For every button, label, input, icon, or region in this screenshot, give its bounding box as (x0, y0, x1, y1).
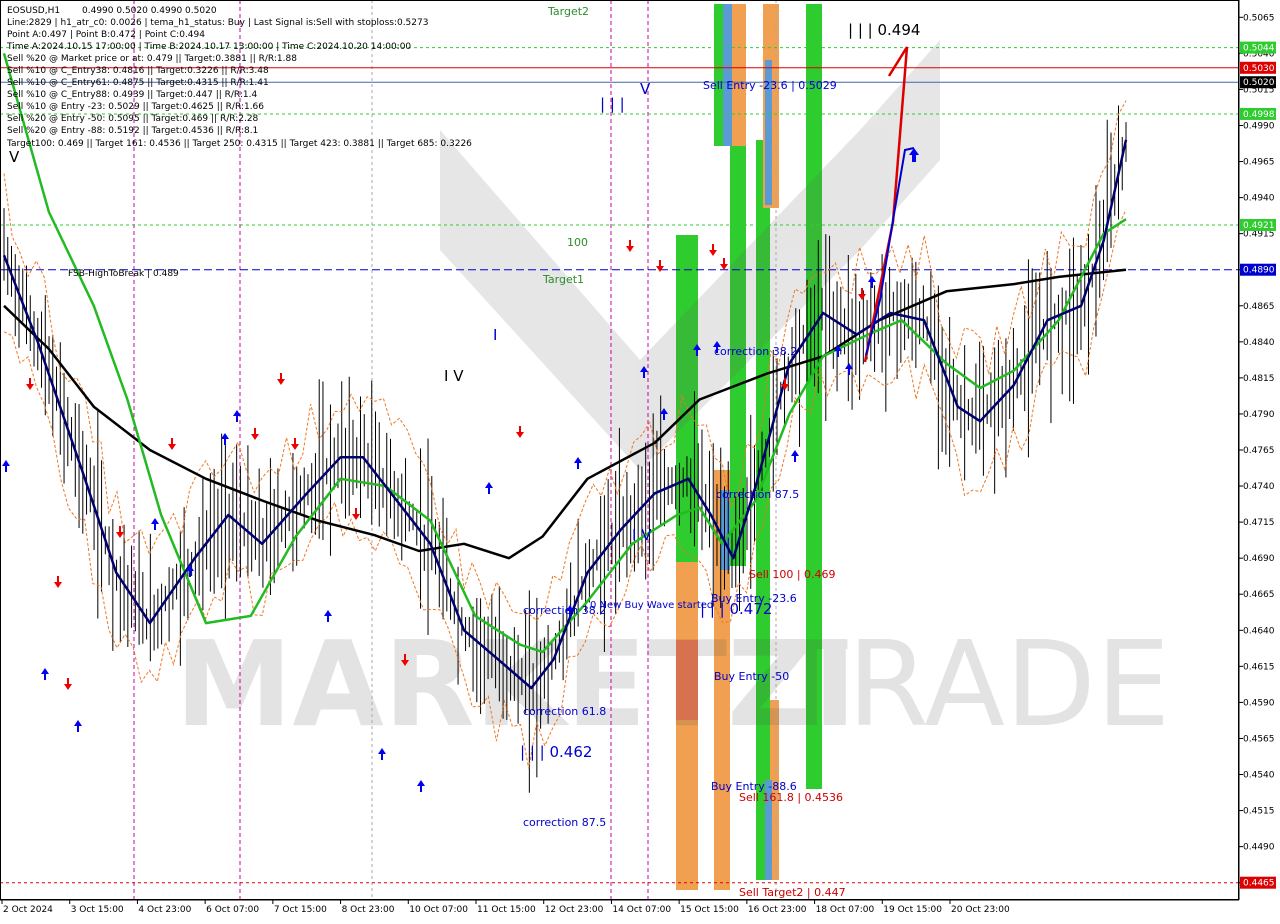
annotation-wave-5: V (640, 80, 651, 98)
price-tick-label: 0.4515 (1243, 807, 1275, 817)
annotation-buy-entry-50: Buy Entry -50 (714, 670, 789, 683)
zone-bar (723, 4, 732, 146)
annotation-sell-100: Sell 100 | 0.469 (749, 568, 836, 581)
annotation-target2: Target2 (547, 5, 589, 18)
info-line: Line:2829 | h1_atr_c0: 0.0026 | tema_h1_… (7, 18, 428, 28)
time-tick-label: 20 Oct 23:00 (951, 905, 1010, 915)
price-tick-label: 0.4790 (1243, 410, 1275, 420)
time-axis: 2 Oct 2024 3 Oct 15:00 4 Oct 23:00 6 Oct 07… (0, 899, 1280, 920)
price-tick-label: 0.5065 (1243, 13, 1275, 23)
price-tick-label: 0.4740 (1243, 482, 1275, 492)
time-tick-label: 10 Oct 07:00 (409, 905, 468, 915)
info-line: Sell %20 @ Entry -88: 0.5192 || Target:0… (7, 126, 258, 136)
time-tick-label: 19 Oct 15:00 (883, 905, 942, 915)
price-tick-label: 0.4915 (1243, 230, 1275, 240)
price-marker-label: 0.5030 (1243, 64, 1275, 74)
annotation-correction-87-right: correction 87.5 (716, 488, 799, 501)
price-tick-label: 0.4865 (1243, 302, 1275, 312)
annotation-wave-4-blue: I V (632, 526, 652, 544)
annotation-new-buy-wave: 0 New Buy Wave started (590, 600, 713, 611)
price-tick-label: 0.4965 (1243, 158, 1275, 168)
annotation-sell-161: Sell 161.8 | 0.4536 (739, 791, 843, 804)
price-marker-label: 0.4998 (1243, 110, 1275, 120)
info-line: Sell %10 @ C_Entry38: 0.4816 || Target:0… (7, 66, 269, 76)
price-axis: 0.50650.50400.50150.49900.49650.49400.49… (1238, 0, 1280, 900)
price-marker-label: 0.4921 (1243, 221, 1275, 231)
time-tick-label: 18 Oct 07:00 (816, 905, 875, 915)
ohlc-values: 0.4990 0.5020 0.4990 0.5020 (82, 6, 217, 16)
time-tick-label: 12 Oct 23:00 (545, 905, 604, 915)
annotation-sell-entry-23: Sell Entry -23.6 | 0.5029 (703, 79, 837, 92)
annotation-wave-4-black: I V (444, 367, 464, 385)
annotation-correction-87-left: correction 87.5 (523, 816, 606, 829)
price-tick-label: 0.4540 (1243, 771, 1275, 781)
info-line: Sell %10 @ C_Entry88: 0.4939 || Target:0… (7, 90, 257, 100)
price-marker-label: 0.5020 (1243, 78, 1275, 88)
price-tick-label: 0.4840 (1243, 338, 1275, 348)
price-tick-label: 0.4690 (1243, 554, 1275, 564)
info-line: Point A:0.497 | Point B:0.472 | Point C:… (7, 30, 205, 40)
annotation-wave-3: | | | (600, 95, 625, 113)
time-tick-label: 7 Oct 15:00 (274, 905, 327, 915)
price-tick-label: 0.4940 (1243, 194, 1275, 204)
info-line: Time A:2024.10.15 17:00:00 | Time B:2024… (6, 42, 411, 52)
annotation-100: 100 (567, 236, 588, 249)
zone-bar (732, 4, 746, 146)
info-line: Sell %20 @ Market price or at: 0.479 || … (7, 54, 297, 64)
zone-bar (714, 4, 723, 146)
price-tick-label: 0.4715 (1243, 518, 1275, 528)
chart-container: MARKETZI TRADE FSB-HighToBreak | 0.489 T… (0, 0, 1280, 920)
annotation-fsb: FSB-HighToBreak | 0.489 (68, 269, 179, 279)
watermark-text-right: TRADE (774, 615, 1170, 753)
time-tick-label: 16 Oct 23:00 (748, 905, 807, 915)
annotation-point-0462: | | | 0.462 (520, 743, 592, 761)
price-marker-label: 0.4890 (1243, 266, 1275, 276)
price-tick-label: 0.4665 (1243, 590, 1275, 600)
price-tick-label: 0.4565 (1243, 734, 1275, 744)
info-line: Sell %10 @ Entry -23: 0.5029 || Target:0… (7, 102, 264, 112)
price-marker-label: 0.4465 (1243, 879, 1275, 889)
time-tick-label: 8 Oct 23:00 (342, 905, 395, 915)
time-tick-label: 6 Oct 07:00 (206, 905, 259, 915)
price-tick-label: 0.4490 (1243, 843, 1275, 853)
annotation-sell-target2: Sell Target2 | 0.447 (739, 886, 846, 899)
time-tick-label: 15 Oct 15:00 (680, 905, 739, 915)
price-tick-label: 0.4615 (1243, 662, 1275, 672)
time-tick-label: 14 Oct 07:00 (612, 905, 671, 915)
annotation-target1: Target1 (542, 273, 584, 286)
time-tick-label: 11 Oct 15:00 (477, 905, 536, 915)
time-tick-label: 2 Oct 2024 (3, 905, 53, 915)
annotation-correction-38-left: correction 38.2 (523, 604, 606, 617)
annotation-wave-5-black: V (9, 148, 20, 166)
time-tick-label: 4 Oct 23:00 (138, 905, 191, 915)
price-chart[interactable]: MARKETZI TRADE FSB-HighToBreak | 0.489 T… (0, 0, 1280, 920)
annotation-wave-1: I (493, 326, 497, 344)
info-line: Target100: 0.469 || Target 161: 0.4536 |… (6, 139, 472, 149)
symbol-label: EOSUSD,H1 (7, 6, 60, 16)
time-tick-label: 3 Oct 15:00 (71, 905, 124, 915)
price-tick-label: 0.4640 (1243, 626, 1275, 636)
info-line: Sell %20 @ Entry -50: 0.5095 || Target:0… (7, 114, 259, 124)
info-line: Sell %10 @ C_Entry61: 0.4875 || Target:0… (7, 78, 269, 88)
price-tick-label: 0.4765 (1243, 446, 1275, 456)
annotation-point-c: | | | 0.494 (848, 21, 920, 39)
price-tick-label: 0.4590 (1243, 698, 1275, 708)
watermark-text-left: MARKETZI (175, 615, 857, 753)
annotation-correction-38-right: correction 38.2 (714, 345, 797, 358)
annotation-correction-61: correction 61.8 (523, 705, 606, 718)
price-tick-label: 0.4815 (1243, 374, 1275, 384)
price-marker-label: 0.5044 (1243, 44, 1275, 54)
price-tick-label: 0.4990 (1243, 121, 1275, 131)
